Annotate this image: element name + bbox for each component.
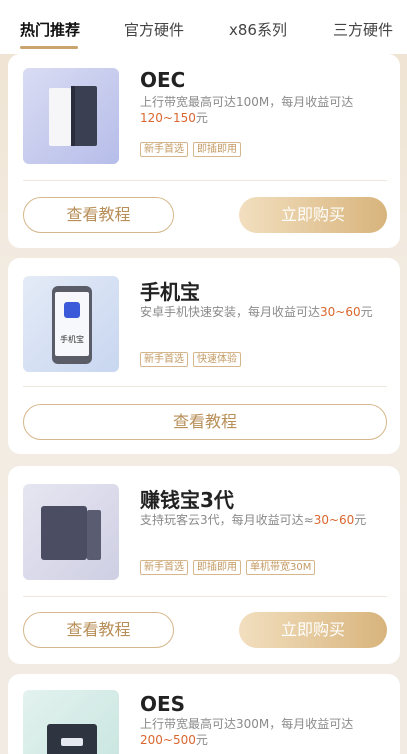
product-tags: 新手首选 即插即用 <box>140 142 241 157</box>
product-description: 安卓手机快速安装，每月收益可达30~60元 <box>140 305 373 319</box>
product-description: 上行带宽最高可达300M，每月收益可达200~500元 <box>140 717 354 747</box>
zqb3-thumbnail <box>23 484 119 580</box>
phone-treasure-thumbnail: 手机宝 <box>23 276 119 372</box>
phone-screen-label: 手机宝 <box>60 335 84 344</box>
tag: 新手首选 <box>140 142 188 157</box>
product-description: 支持玩客云3代，每月收益可达≈30~60元 <box>140 513 367 527</box>
tag: 即插即用 <box>193 142 241 157</box>
phone-device-image <box>52 286 92 364</box>
product-card-oes: OES 上行带宽最高可达300M，每月收益可达200~500元 <box>8 674 400 754</box>
divider <box>23 386 387 387</box>
product-card-phone-treasure: 手机宝 手机宝 安卓手机快速安装，每月收益可达30~60元 新手首选 快速体验 … <box>8 258 400 454</box>
product-title: 手机宝 <box>140 280 200 304</box>
product-tags: 新手首选 快速体验 <box>140 352 241 367</box>
tab-third-party-hardware[interactable]: 三方硬件 <box>333 18 393 42</box>
tag: 新手首选 <box>140 560 188 575</box>
divider <box>23 596 387 597</box>
tab-x86-series[interactable]: x86系列 <box>229 18 287 42</box>
view-tutorial-button[interactable]: 查看教程 <box>23 197 174 233</box>
zqb3-device-image <box>41 506 101 560</box>
tag: 单机带宽30M <box>246 560 316 575</box>
view-tutorial-button[interactable]: 查看教程 <box>23 404 387 440</box>
product-card-oec: OEC 上行带宽最高可达100M，每月收益可达120~150元 新手首选 即插即… <box>8 54 400 248</box>
tag: 即插即用 <box>193 560 241 575</box>
buy-now-button[interactable]: 立即购买 <box>239 197 387 233</box>
oes-device-image <box>47 724 97 754</box>
oec-device-image <box>49 86 97 146</box>
product-description: 上行带宽最高可达100M，每月收益可达120~150元 <box>140 95 354 125</box>
oes-thumbnail <box>23 690 119 754</box>
active-tab-indicator <box>20 46 78 49</box>
buy-now-button[interactable]: 立即购买 <box>239 612 387 648</box>
tag: 快速体验 <box>193 352 241 367</box>
category-tabs: 热门推荐 官方硬件 x86系列 三方硬件 <box>0 0 407 54</box>
tag: 新手首选 <box>140 352 188 367</box>
view-tutorial-button[interactable]: 查看教程 <box>23 612 174 648</box>
tab-official-hardware[interactable]: 官方硬件 <box>124 18 184 42</box>
product-tags: 新手首选 即插即用 单机带宽30M <box>140 560 316 575</box>
tab-hot[interactable]: 热门推荐 <box>20 18 80 42</box>
product-title: 赚钱宝3代 <box>140 488 234 512</box>
product-title: OES <box>140 692 186 716</box>
product-title: OEC <box>140 68 186 92</box>
product-card-zqb3: 赚钱宝3代 支持玩客云3代，每月收益可达≈30~60元 新手首选 即插即用 单机… <box>8 466 400 664</box>
divider <box>23 180 387 181</box>
oec-thumbnail <box>23 68 119 164</box>
